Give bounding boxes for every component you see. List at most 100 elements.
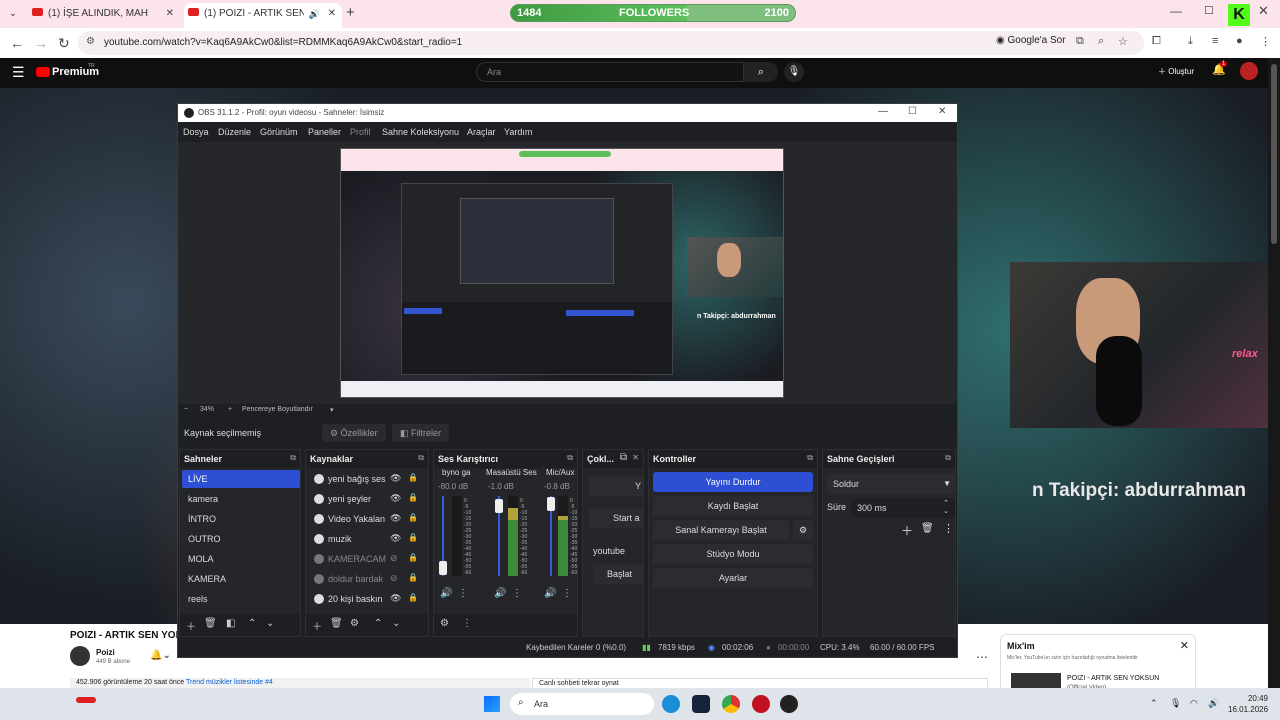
visibility-eye-icon[interactable]: 👁 [390, 473, 401, 484]
mute-speaker-icon[interactable]: 🔊 [544, 588, 556, 599]
channel-avatar[interactable] [70, 646, 90, 666]
multistream-target-start-button[interactable]: Başlat [593, 564, 643, 584]
hidden-eye-icon[interactable]: ⊘ [390, 553, 398, 564]
taskbar-widget-icon[interactable] [76, 697, 96, 703]
search-icon[interactable]: ⌕ [744, 62, 778, 82]
profile-avatar-icon[interactable]: ● [1236, 35, 1243, 47]
visibility-eye-icon[interactable]: 👁 [390, 533, 401, 544]
visibility-eye-icon[interactable]: 👁 [390, 593, 401, 604]
add-scene-icon[interactable]: ＋ [186, 618, 196, 633]
chrome-icon[interactable] [722, 695, 740, 713]
reload-icon[interactable]: ↻ [58, 35, 70, 52]
more-actions-icon[interactable]: ⋯ [976, 650, 988, 664]
transition-menu-icon[interactable]: ⋮ [943, 522, 954, 535]
source-item[interactable]: Video Yakalan 👁 🔒 [308, 510, 426, 528]
window-maximize-icon[interactable]: ☐ [1204, 4, 1214, 17]
scene-item-outro[interactable]: OUTRO [182, 530, 300, 548]
scene-item-kamera-2[interactable]: KAMERA [182, 570, 300, 588]
steam-icon[interactable] [692, 695, 710, 713]
google-ask-button[interactable]: ◉ Google'a Sor [996, 35, 1066, 46]
url-field[interactable]: ⚙ youtube.com/watch?v=Kaq6A9AkCw0&list=R… [78, 31, 1144, 55]
new-tab-button[interactable]: + [346, 4, 355, 21]
channel-name[interactable]: Poizi [96, 648, 115, 657]
lock-icon[interactable]: 🔒 [408, 553, 418, 562]
zoom-in-button[interactable]: + [228, 406, 232, 413]
settings-button[interactable]: Ayarlar [653, 568, 813, 588]
source-item[interactable]: doldur bardak ⊘ 🔒 [308, 570, 426, 588]
visibility-eye-icon[interactable]: 👁 [390, 493, 401, 504]
lock-icon[interactable]: 🔒 [408, 593, 418, 602]
menu-paneller[interactable]: Paneller [308, 127, 341, 137]
taskbar-search-input[interactable]: ⌕ Ara [510, 693, 654, 715]
lock-icon[interactable]: 🔒 [408, 573, 418, 582]
mix-close-icon[interactable]: ✕ [1180, 639, 1189, 652]
tab-close-icon[interactable]: ✕ [328, 3, 336, 25]
window-minimize-icon[interactable]: — [1170, 4, 1182, 18]
obs-close-icon[interactable]: ✕ [938, 106, 946, 117]
tab-close-icon[interactable]: ✕ [166, 3, 174, 25]
volume-slider-knob[interactable] [439, 561, 447, 575]
menu-duzenle[interactable]: Düzenle [218, 127, 251, 137]
extensions-icon[interactable]: ⧠ [1152, 35, 1161, 48]
menu-icon[interactable]: ☰ [12, 64, 25, 81]
mix-item-title[interactable]: POIZI - ARTIK SEN YOKSUN [1067, 675, 1159, 682]
obs-preview-area[interactable]: n Takipçi: abdurrahman [178, 142, 957, 404]
start-virtual-camera-button[interactable]: Sanal Kamerayı Başlat [653, 520, 789, 540]
source-properties-icon[interactable]: ⚙ [350, 618, 359, 629]
undock-icon[interactable]: ⧉ [620, 452, 627, 463]
obs-preview-canvas[interactable]: n Takipçi: abdurrahman [340, 148, 784, 398]
page-scrollbar[interactable] [1268, 58, 1280, 688]
channel-menu-icon[interactable]: ⋮ [458, 588, 468, 599]
transition-select[interactable]: Soldur ▼ [827, 474, 955, 494]
volume-slider-knob[interactable] [495, 498, 503, 513]
move-down-icon[interactable]: ⌄ [392, 618, 400, 629]
add-transition-icon[interactable]: ＋ [901, 522, 913, 539]
browser-menu-icon[interactable]: ⋮ [1260, 35, 1271, 48]
browser-tab-2[interactable]: (1) POIZI - ARTIK SEN YOKS 🔊 ✕ [184, 3, 342, 28]
taskbar-clock[interactable]: 20:49 16.01.2026 [1228, 693, 1268, 715]
speaker-icon[interactable]: 🔊 [309, 3, 320, 25]
volume-slider-knob[interactable] [547, 497, 555, 511]
start-recording-button[interactable]: Kaydı Başlat [653, 496, 813, 516]
menu-yardim[interactable]: Yardım [504, 127, 532, 137]
scene-item-kamera[interactable]: kamera [182, 490, 300, 508]
source-item[interactable]: muzik 👁 🔒 [308, 530, 426, 548]
youtube-logo-icon[interactable] [36, 67, 50, 77]
scrollbar-thumb[interactable] [1271, 64, 1277, 244]
duration-spinbox[interactable]: 300 ms ⌃ ⌄ [851, 498, 955, 518]
move-down-icon[interactable]: ⌄ [266, 618, 274, 629]
scene-item-reels[interactable]: reels [182, 590, 300, 608]
edge-icon[interactable] [662, 695, 680, 713]
move-up-icon[interactable]: ⌃ [374, 618, 382, 629]
reading-list-icon[interactable]: ≡ [1212, 35, 1218, 47]
remove-transition-icon[interactable]: 🗑 [921, 523, 934, 534]
add-source-icon[interactable]: ＋ [312, 618, 322, 633]
hidden-eye-icon[interactable]: ⊘ [390, 573, 398, 584]
lock-icon[interactable]: 🔒 [408, 533, 418, 542]
window-close-icon[interactable]: ✕ [1258, 3, 1269, 19]
opera-icon[interactable] [752, 695, 770, 713]
cast-icon[interactable]: ⧉ [1076, 35, 1084, 48]
trend-tag[interactable]: Trend müzikler listesinde #4 [186, 679, 273, 686]
menu-profil[interactable]: Profil [350, 127, 371, 137]
forward-arrow-icon[interactable]: → [34, 35, 48, 51]
obs-title-bar[interactable]: OBS 31.1.2 - Profil: oyun videosu - Sahn… [178, 104, 957, 122]
account-avatar[interactable] [1240, 62, 1258, 80]
scene-item-intro[interactable]: İNTRO [182, 510, 300, 528]
subscribe-bell-icon[interactable]: 🔔⌄ [150, 650, 171, 661]
youtube-search-input[interactable]: Ara [476, 62, 744, 82]
undock-icon[interactable]: ⧉ [807, 453, 813, 463]
zoom-out-button[interactable]: − [184, 406, 188, 413]
source-item[interactable]: yeni bağış ses 👁 🔒 [308, 470, 426, 488]
tray-mic-icon[interactable]: 🎙 [1170, 698, 1181, 709]
obs-maximize-icon[interactable]: ☐ [908, 106, 917, 117]
spin-down-icon[interactable]: ⌄ [943, 502, 949, 522]
lock-icon[interactable]: 🔒 [408, 513, 418, 522]
mute-speaker-icon[interactable]: 🔊 [440, 588, 452, 599]
microphone-icon[interactable]: 🎙 [784, 62, 804, 82]
menu-araclar[interactable]: Araçlar [467, 127, 496, 137]
bookmark-star-icon[interactable]: ☆ [1118, 35, 1128, 48]
zoom-icon[interactable]: ⌕ [1098, 35, 1104, 48]
menu-gorunum[interactable]: Görünüm [260, 127, 298, 137]
volume-icon[interactable]: 🔊 [1208, 698, 1219, 709]
